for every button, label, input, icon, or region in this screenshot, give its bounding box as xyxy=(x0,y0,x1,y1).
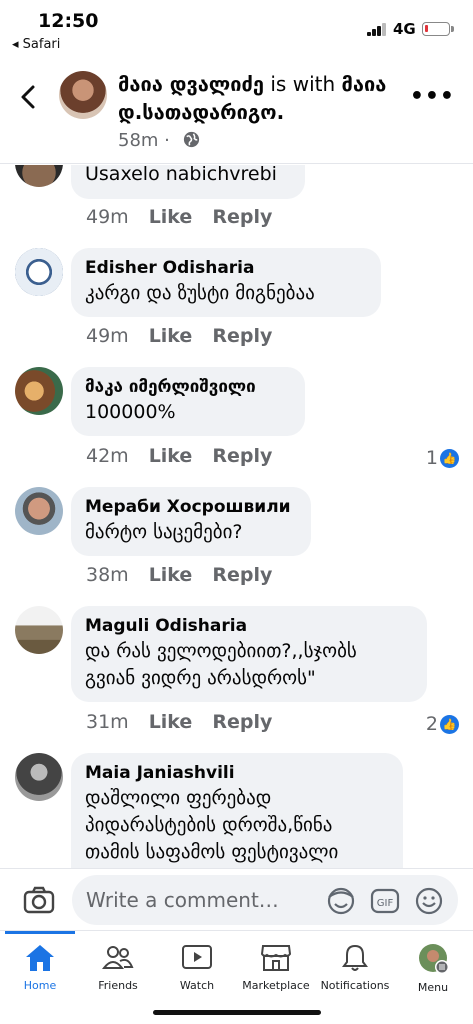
back-arrow-icon[interactable] xyxy=(14,82,44,112)
comment-actions: 38m Like Reply xyxy=(86,564,272,586)
comment-actions: 31m Like Reply xyxy=(86,711,272,733)
commenter-avatar[interactable] xyxy=(15,165,63,187)
commenter-name[interactable]: Edisher Odisharia xyxy=(85,256,367,280)
commenter-name[interactable]: მაკა იმერლიშვილი xyxy=(85,375,291,399)
reply-button[interactable]: Reply xyxy=(212,445,272,467)
commenter-avatar[interactable] xyxy=(15,367,63,415)
like-button[interactable]: Like xyxy=(149,445,193,467)
status-time: 12:50 xyxy=(38,10,99,32)
comment-bubble[interactable]: Maia Janiashvili დაშლილი ფერებად პიდარას… xyxy=(71,753,403,868)
gif-label: GIF xyxy=(377,898,394,909)
more-options-icon[interactable]: ••• xyxy=(410,84,455,109)
reaction-number: 1 xyxy=(425,447,438,469)
tab-label: Marketplace xyxy=(242,979,310,992)
watch-icon xyxy=(182,945,212,969)
reaction-count[interactable]: 1 👍 xyxy=(426,447,459,469)
reaction-number: 2 xyxy=(425,713,438,735)
comment-actions: 49m Like Reply xyxy=(86,325,272,347)
home-icon xyxy=(26,945,54,971)
like-button[interactable]: Like xyxy=(149,325,193,347)
tab-label: Home xyxy=(23,979,57,992)
globe-icon xyxy=(183,131,199,148)
back-to-safari[interactable]: ◂ Safari xyxy=(12,37,60,52)
comment-time: 42m xyxy=(86,445,129,467)
like-button[interactable]: Like xyxy=(149,206,193,228)
comment-input[interactable]: Write a comment… GIF xyxy=(72,875,458,925)
reaction-count[interactable]: 2 👍 xyxy=(426,713,459,735)
signal-icon xyxy=(367,22,387,36)
commenter-avatar[interactable] xyxy=(15,248,63,296)
comments-list[interactable]: Usaxelo nabichvrebi 49m Like Reply Edish… xyxy=(0,165,473,868)
comment-text: დაშლილი ფერებად პიდარასტების დროშა,წინა … xyxy=(85,787,339,863)
comment-placeholder: Write a comment… xyxy=(86,888,279,912)
comment-bubble[interactable]: Maguli Odisharia და რას ველოდებიით?,,სჯო… xyxy=(71,606,427,702)
comment-time: 49m xyxy=(86,206,129,228)
comment-composer: Write a comment… GIF xyxy=(0,868,473,930)
active-tab-indicator xyxy=(5,931,75,934)
tab-label: Watch xyxy=(179,979,215,992)
post-meta: 58m · xyxy=(118,130,201,151)
home-indicator[interactable] xyxy=(153,1010,321,1015)
tab-notifications[interactable]: Notifications xyxy=(315,939,395,992)
commenter-name[interactable]: Мераби Хосрошвили xyxy=(85,495,297,519)
tab-menu[interactable]: Menu xyxy=(393,939,473,994)
friends-icon xyxy=(102,946,134,969)
marketplace-icon xyxy=(260,945,292,971)
comment-actions: 42m Like Reply xyxy=(86,445,272,467)
network-type: 4G xyxy=(393,20,416,38)
reply-button[interactable]: Reply xyxy=(212,564,272,586)
reply-button[interactable]: Reply xyxy=(212,325,272,347)
comment-text: 100000% xyxy=(85,401,176,423)
tab-label: Menu xyxy=(417,981,449,994)
comment-bubble[interactable]: Edisher Odisharia კარგი და ზუსტი მიგნება… xyxy=(71,248,381,317)
emoji-icon[interactable] xyxy=(414,886,444,916)
battery-icon xyxy=(422,22,454,36)
comment-bubble[interactable]: Usaxelo nabichvrebi xyxy=(71,165,305,199)
post-title: მაია დვალიძე is with მაია დ.სათადარიგო. xyxy=(118,70,418,126)
tab-friends[interactable]: Friends xyxy=(78,939,158,992)
thumbs-up-icon: 👍 xyxy=(440,714,459,734)
comment-bubble[interactable]: მაკა იმერლიშვილი 100000% xyxy=(71,367,305,436)
author-avatar[interactable] xyxy=(59,71,107,119)
post-header: მაია დვალიძე is with მაია დ.სათადარიგო. … xyxy=(0,60,473,164)
comment-text: მარტო საცემები? xyxy=(85,521,243,543)
with-text: is with xyxy=(264,72,342,96)
tab-watch[interactable]: Watch xyxy=(157,939,237,992)
tab-label: Notifications xyxy=(320,979,390,992)
commenter-avatar[interactable] xyxy=(15,606,63,654)
camera-icon[interactable] xyxy=(22,883,56,917)
like-button[interactable]: Like xyxy=(149,564,193,586)
bell-icon xyxy=(342,944,368,971)
tab-label: Friends xyxy=(98,979,138,992)
avatar-sticker-icon[interactable] xyxy=(326,886,356,916)
author-name[interactable]: მაია დვალიძე xyxy=(118,72,264,96)
thumbs-up-icon: 👍 xyxy=(440,448,459,468)
comment-text: და რას ველოდებიით?,,სჯობს გვიან ვიდრე არ… xyxy=(85,640,357,689)
comment-text: კარგი და ზუსტი მიგნებაა xyxy=(85,282,315,304)
reply-button[interactable]: Reply xyxy=(212,711,272,733)
like-button[interactable]: Like xyxy=(149,711,193,733)
comment-actions: 49m Like Reply xyxy=(86,206,272,228)
comment-bubble[interactable]: Мераби Хосрошвили მარტო საცემები? xyxy=(71,487,311,556)
reply-button[interactable]: Reply xyxy=(212,206,272,228)
commenter-avatar[interactable] xyxy=(15,753,63,801)
post-time: 58m xyxy=(118,130,159,151)
commenter-name[interactable]: Maia Janiashvili xyxy=(85,761,389,785)
status-bar: 12:50 ◂ Safari 4G xyxy=(0,0,473,60)
comment-time: 31m xyxy=(86,711,129,733)
comment-text: Usaxelo nabichvrebi xyxy=(85,165,277,185)
gif-icon[interactable]: GIF xyxy=(370,886,400,916)
tab-home[interactable]: Home xyxy=(0,939,80,992)
comment-time: 49m xyxy=(86,325,129,347)
commenter-avatar[interactable] xyxy=(15,487,63,535)
tab-marketplace[interactable]: Marketplace xyxy=(236,939,316,992)
menu-avatar-icon xyxy=(419,944,449,974)
comment-time: 38m xyxy=(86,564,129,586)
commenter-name[interactable]: Maguli Odisharia xyxy=(85,614,413,638)
